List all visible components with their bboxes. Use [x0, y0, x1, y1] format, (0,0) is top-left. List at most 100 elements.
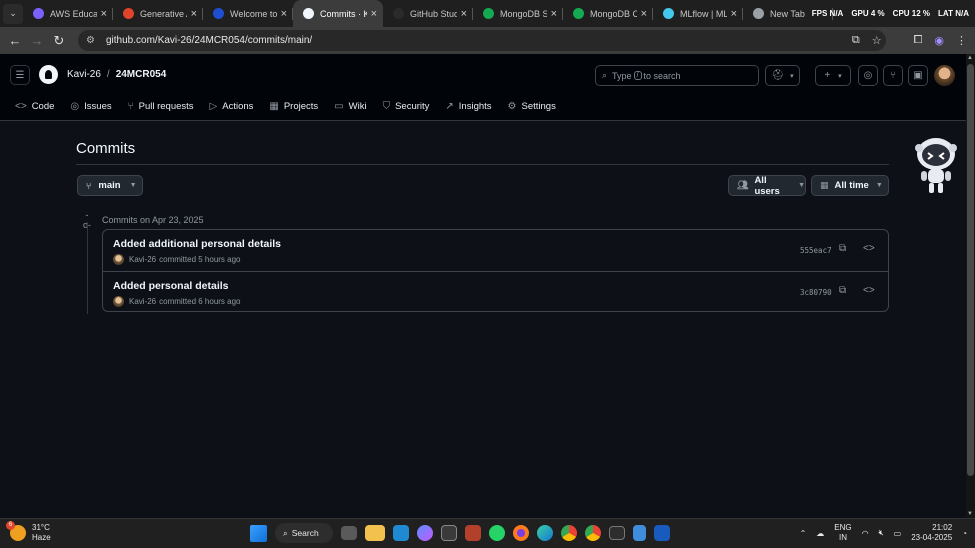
install-app-icon[interactable]: ⧉ — [852, 34, 860, 47]
users-filter-button[interactable]: 👥︎ All users ▼ — [728, 175, 806, 197]
issues-icon: ◎ — [70, 100, 80, 112]
repo-tab-actions[interactable]: ▷ Actions — [210, 99, 254, 113]
tab-search-button[interactable]: ⌄ — [3, 3, 23, 24]
commit-meta: Kavi-26 committed 5 hours ago — [113, 254, 241, 265]
commit-message-link[interactable]: Added additional personal details — [113, 238, 281, 250]
repo-tab-issues[interactable]: ◎ Issues — [70, 99, 111, 113]
browser-menu-icon[interactable]: ⋮ — [956, 34, 967, 47]
tab-close-icon[interactable]: × — [461, 8, 467, 20]
browser-tab[interactable]: Generative AI × — [113, 0, 203, 27]
repo-tab-security[interactable]: ⛉ Security — [383, 99, 430, 113]
browser-tab[interactable]: GitHub Stude × — [383, 0, 473, 27]
copilot-app-icon[interactable] — [417, 525, 433, 541]
clock[interactable]: 21:02 23-04-2025 — [911, 523, 952, 543]
wifi-icon[interactable]: ◠ — [862, 529, 869, 538]
reload-icon[interactable]: ↻ — [48, 30, 70, 52]
author-avatar[interactable] — [113, 296, 124, 307]
weather-widget[interactable]: 6 31°C Haze — [6, 521, 51, 543]
tab-close-icon[interactable]: × — [371, 8, 377, 20]
notepad-icon[interactable] — [633, 525, 646, 541]
tab-title: GitHub Stude — [410, 8, 457, 19]
tab-close-icon[interactable]: × — [191, 8, 197, 20]
page-scrollbar[interactable]: ▲ ▼ — [966, 54, 975, 518]
battery-icon[interactable]: ▭ — [894, 529, 902, 538]
browser-tab[interactable]: MongoDB Co × — [563, 0, 653, 27]
chrome-icon[interactable] — [561, 525, 577, 541]
browser-tab[interactable]: Welcome to × — [203, 0, 293, 27]
author-avatar[interactable] — [113, 254, 124, 265]
issues-button[interactable]: ◎ — [858, 65, 878, 86]
tab-title: MongoDB St — [500, 8, 547, 19]
people-icon: 👥︎ — [737, 180, 749, 190]
gpu-stat: GPU 4 % — [851, 9, 885, 18]
bookmark-star-icon[interactable]: ☆ — [872, 34, 882, 47]
repo-link[interactable]: 24MCR054 — [116, 69, 167, 80]
repo-tab-wiki[interactable]: ▭ Wiki — [334, 99, 366, 113]
hamburger-menu-icon[interactable]: ☰ — [10, 65, 30, 85]
time-filter-button[interactable]: ▦ All time ▼ — [811, 175, 889, 196]
tab-title: MongoDB Co — [590, 8, 637, 19]
commit-sha-link[interactable]: 3c80790 — [800, 288, 832, 297]
github-logo-icon[interactable] — [39, 65, 58, 84]
tab-close-icon[interactable]: × — [731, 8, 737, 20]
repo-tab-projects[interactable]: ▦ Projects — [269, 99, 318, 113]
terminal-icon[interactable] — [609, 526, 625, 540]
browser-tab[interactable]: MLflow | MLf × — [653, 0, 743, 27]
profile-icon[interactable]: ◉ — [934, 34, 944, 47]
pull-requests-button[interactable]: ⑂ — [883, 65, 903, 86]
task-view-icon[interactable] — [341, 526, 357, 540]
browser-tab[interactable]: AWS Educate × — [23, 0, 113, 27]
start-windows-icon[interactable] — [250, 524, 267, 542]
taskbar-search-button[interactable]: ⌕ Search — [275, 523, 333, 543]
tab-close-icon[interactable]: × — [641, 8, 647, 20]
extensions-icon[interactable]: ⧠ — [914, 34, 923, 47]
url-field[interactable]: ⚙ github.com/Kavi-26/24MCR054/commits/ma… — [78, 30, 886, 51]
browse-code-icon[interactable]: <> — [863, 285, 875, 296]
commit-time: committed 6 hours ago — [159, 297, 241, 306]
back-arrow-icon[interactable]: ← — [4, 30, 26, 52]
notifications-bell-icon[interactable]: ◔ — [962, 529, 967, 538]
scrollbar-thumb[interactable] — [967, 64, 974, 476]
volume-muted-icon[interactable]: 🔇︎ — [879, 528, 884, 538]
vscode-icon[interactable] — [393, 525, 409, 541]
owner-link[interactable]: Kavi-26 — [67, 69, 101, 80]
search-input[interactable]: ⌕ Type / to search — [595, 65, 759, 86]
file-explorer-icon[interactable] — [365, 525, 385, 541]
edge-icon[interactable] — [537, 525, 553, 541]
copy-sha-icon[interactable]: ⧉ — [839, 243, 846, 254]
browser-tab[interactable]: Commits · Ka × — [293, 0, 383, 27]
forward-arrow-icon[interactable]: → — [26, 30, 48, 52]
game-app-icon[interactable] — [465, 525, 481, 541]
repo-tab-settings[interactable]: ⚙ Settings — [508, 99, 556, 113]
inbox-button[interactable]: ▣ — [908, 65, 928, 86]
branch-selector-button[interactable]: ⑂ main ▼ — [77, 175, 143, 196]
browser-tab[interactable]: MongoDB St × — [473, 0, 563, 27]
browse-code-icon[interactable]: <> — [863, 243, 875, 254]
whatsapp-icon[interactable] — [489, 525, 505, 541]
tab-close-icon[interactable]: × — [551, 8, 557, 20]
jobs-app-icon[interactable] — [441, 525, 457, 541]
word-icon[interactable] — [654, 525, 670, 541]
scroll-down-icon[interactable]: ▼ — [967, 511, 973, 517]
author-name[interactable]: Kavi-26 — [129, 297, 156, 306]
tab-close-icon[interactable]: × — [101, 8, 107, 20]
onedrive-cloud-icon[interactable]: ☁ — [816, 529, 824, 538]
language-indicator[interactable]: ENG IN — [834, 523, 851, 543]
author-name[interactable]: Kavi-26 — [129, 255, 156, 264]
repo-tab-code[interactable]: <> Code — [15, 99, 54, 113]
scroll-up-icon[interactable]: ▲ — [967, 55, 973, 61]
copy-sha-icon[interactable]: ⧉ — [839, 285, 846, 296]
user-avatar[interactable] — [934, 65, 955, 86]
site-info-icon[interactable]: ⚙ — [86, 35, 98, 47]
chevron-up-icon[interactable]: ⌃ — [800, 529, 807, 538]
commit-sha-link[interactable]: 555eac7 — [800, 246, 832, 255]
firefox-icon[interactable] — [513, 525, 529, 541]
create-new-button[interactable]: + ▾ — [815, 65, 851, 86]
clock-time: 21:02 — [932, 523, 953, 532]
repo-tab-insights[interactable]: ↗ Insights — [445, 99, 491, 113]
copilot-button[interactable]: ⛑ ▾ — [765, 65, 800, 86]
chrome-profile-icon[interactable] — [585, 525, 601, 541]
repo-tab-pull-requests[interactable]: ⑂ Pull requests — [128, 99, 194, 113]
tab-close-icon[interactable]: × — [281, 8, 287, 20]
commit-message-link[interactable]: Added personal details — [113, 280, 229, 292]
